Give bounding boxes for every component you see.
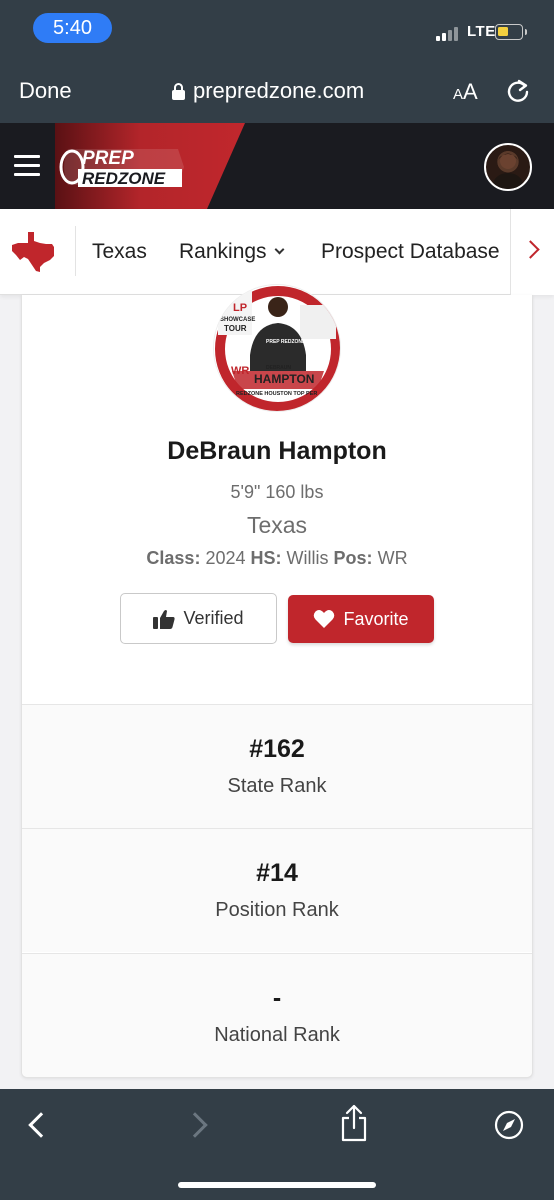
photo-text-position: WR xyxy=(231,365,249,377)
class-value: 2024 xyxy=(205,548,246,568)
position-rank-label: Position Rank xyxy=(215,899,339,921)
verified-label: Verified xyxy=(183,608,244,628)
photo-text-tour: TOUR xyxy=(224,324,247,333)
status-bar: 5:40 LTE xyxy=(0,0,554,58)
player-details: Class: 2024 HS: Willis Pos: WR xyxy=(0,548,554,569)
heart-icon xyxy=(314,610,335,628)
hs-value: Willis xyxy=(286,548,329,568)
battery-level xyxy=(498,27,508,36)
verified-button[interactable]: Verified xyxy=(120,593,277,644)
player-name: DeBraun Hampton xyxy=(167,437,387,465)
avatar-image xyxy=(493,153,523,189)
site-header: PREP REDZONE xyxy=(0,123,554,209)
state-rank-label: State Rank xyxy=(227,775,327,797)
state-rank-value: #162 xyxy=(249,735,305,763)
logo-text-prep: PREP xyxy=(82,148,134,169)
national-rank-value: - xyxy=(272,984,282,1012)
nav-item-rankings[interactable]: Rankings xyxy=(179,240,267,264)
nav-item-prospect-database[interactable]: Prospect Database xyxy=(321,240,500,264)
national-rank-label: National Rank xyxy=(214,1024,340,1046)
compass-icon[interactable] xyxy=(494,1110,524,1140)
favorite-button[interactable]: Favorite xyxy=(288,595,434,643)
subnav-divider xyxy=(75,226,76,276)
photo-text-shirt: PREP REDZONE xyxy=(266,339,306,345)
text-size-large-label: A xyxy=(463,79,478,104)
browser-top-bar: 5:40 LTE Done prepredzone.com AA xyxy=(0,0,554,123)
national-rank-block: - National Rank xyxy=(22,953,532,1077)
reload-icon[interactable] xyxy=(505,78,531,104)
player-photo-graphic: LP SHOWCASE TOUR PREP REDZONE WR DEBRAUN… xyxy=(214,285,340,411)
photo-text-first-name: DEBRAUN xyxy=(266,365,291,371)
texas-state-icon[interactable] xyxy=(10,229,58,273)
address-bar: Done prepredzone.com AA xyxy=(0,58,554,123)
position-rank-block: #14 Position Rank xyxy=(22,828,532,952)
pos-label: Pos: xyxy=(333,548,373,568)
photo-text-banner: REDZONE HOUSTON TOP PER xyxy=(236,391,317,397)
hs-label: HS: xyxy=(250,548,282,568)
cellular-signal-icon xyxy=(436,25,463,41)
class-label: Class: xyxy=(146,548,201,568)
text-size-button[interactable]: AA xyxy=(453,79,478,105)
share-icon[interactable] xyxy=(339,1104,369,1142)
network-type: LTE xyxy=(467,23,496,40)
status-time[interactable]: 5:40 xyxy=(33,13,112,43)
logo-text-redzone: REDZONE xyxy=(82,169,166,188)
photo-text-showcase: SHOWCASE xyxy=(220,317,255,323)
done-button[interactable]: Done xyxy=(19,78,72,104)
url-field[interactable]: prepredzone.com xyxy=(172,78,364,104)
lock-icon xyxy=(172,82,185,100)
position-rank-value: #14 xyxy=(256,859,298,887)
nav-item-texas[interactable]: Texas xyxy=(92,240,147,264)
thumbs-up-icon xyxy=(153,609,176,629)
state-rank-block: #162 State Rank xyxy=(22,704,532,828)
battery-icon xyxy=(495,24,527,40)
photo-text-last-name: HAMPTON xyxy=(254,372,314,386)
player-height-weight: 5'9" 160 lbs xyxy=(230,482,324,502)
player-state: Texas xyxy=(246,512,308,538)
url-text: prepredzone.com xyxy=(193,78,365,103)
prep-redzone-logo[interactable]: PREP REDZONE xyxy=(58,141,188,193)
user-avatar[interactable] xyxy=(484,143,532,191)
photo-text-lp: LP xyxy=(233,302,247,314)
player-photo: LP SHOWCASE TOUR PREP REDZONE WR DEBRAUN… xyxy=(213,284,341,412)
pos-value: WR xyxy=(377,548,408,568)
text-size-small-label: A xyxy=(453,86,464,103)
home-indicator xyxy=(178,1182,376,1188)
menu-icon[interactable] xyxy=(14,155,40,177)
favorite-label: Favorite xyxy=(343,608,409,629)
